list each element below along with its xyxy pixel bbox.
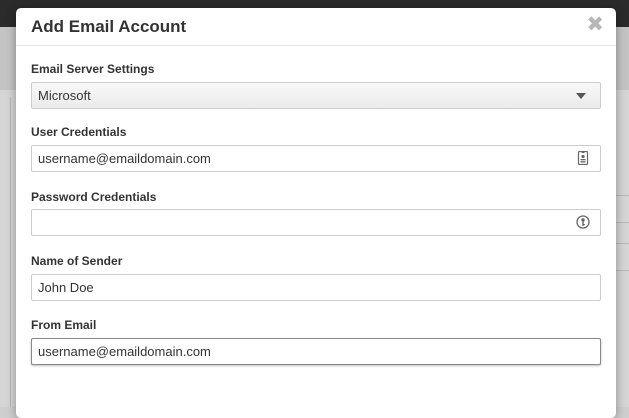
bg-divider bbox=[616, 222, 629, 223]
user-credentials-label: User Credentials bbox=[31, 125, 127, 139]
sender-name-input[interactable] bbox=[32, 275, 562, 300]
password-credentials-label: Password Credentials bbox=[31, 190, 157, 204]
sender-name-field[interactable] bbox=[31, 274, 601, 301]
dialog-header: Add Email Account ✖ bbox=[16, 8, 616, 46]
close-icon[interactable]: ✖ bbox=[586, 13, 604, 37]
from-email-label: From Email bbox=[31, 318, 97, 332]
user-credentials-input[interactable] bbox=[32, 146, 562, 171]
key-icon[interactable] bbox=[576, 215, 590, 229]
bg-divider bbox=[10, 97, 11, 407]
server-settings-label: Email Server Settings bbox=[31, 62, 155, 76]
chevron-down-icon bbox=[576, 93, 586, 99]
contact-card-icon[interactable] bbox=[576, 151, 590, 165]
bg-divider bbox=[616, 243, 629, 244]
server-select[interactable]: Microsoft bbox=[31, 82, 601, 109]
from-email-field[interactable] bbox=[31, 338, 601, 365]
bg-divider bbox=[616, 195, 629, 196]
add-email-account-dialog: Add Email Account ✖ Email Server Setting… bbox=[16, 8, 616, 418]
server-select-value: Microsoft bbox=[38, 88, 91, 103]
sender-name-label: Name of Sender bbox=[31, 254, 123, 268]
bg-divider bbox=[616, 270, 629, 271]
dialog-title: Add Email Account bbox=[31, 17, 187, 36]
user-credentials-field[interactable] bbox=[31, 145, 601, 172]
from-email-input[interactable] bbox=[32, 339, 562, 364]
password-credentials-input[interactable] bbox=[32, 210, 562, 235]
password-credentials-field[interactable] bbox=[31, 209, 601, 236]
